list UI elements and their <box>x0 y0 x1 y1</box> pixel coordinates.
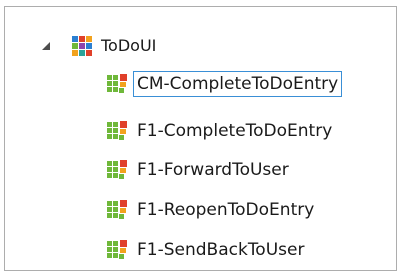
tree-view-panel: ToDoUI CM-CompleteToDoEntry F1-CompleteT… <box>4 6 397 271</box>
tree-item-f1-reopen-todo-entry[interactable]: F1-ReopenToDoEntry <box>106 197 317 223</box>
tree-node-root[interactable]: ToDoUI <box>71 33 156 59</box>
grid-flow-icon <box>107 121 127 140</box>
tree-item-label: F1-ForwardToUser <box>137 160 289 180</box>
tree-item-f1-complete-todo-entry[interactable]: F1-CompleteToDoEntry <box>106 118 335 144</box>
tree-node-root-label: ToDoUI <box>101 36 157 55</box>
tree-item-label: F1-CompleteToDoEntry <box>137 121 333 141</box>
tree-item-label: F1-SendBackToUser <box>137 240 305 260</box>
tree-item-label: CM-CompleteToDoEntry <box>132 71 343 97</box>
collapse-arrow-icon[interactable] <box>40 40 52 52</box>
grid-module-icon <box>72 36 92 56</box>
tree-item-label: F1-ReopenToDoEntry <box>137 200 315 220</box>
tree-item-cm-complete-todo-entry[interactable]: CM-CompleteToDoEntry <box>106 71 343 97</box>
grid-flow-icon <box>107 240 127 259</box>
tree-item-f1-send-back-to-user[interactable]: F1-SendBackToUser <box>106 237 307 263</box>
grid-flow-icon <box>107 160 127 179</box>
tree-item-f1-forward-to-user[interactable]: F1-ForwardToUser <box>106 157 292 183</box>
grid-flow-icon <box>107 74 127 93</box>
grid-flow-icon <box>107 200 127 219</box>
